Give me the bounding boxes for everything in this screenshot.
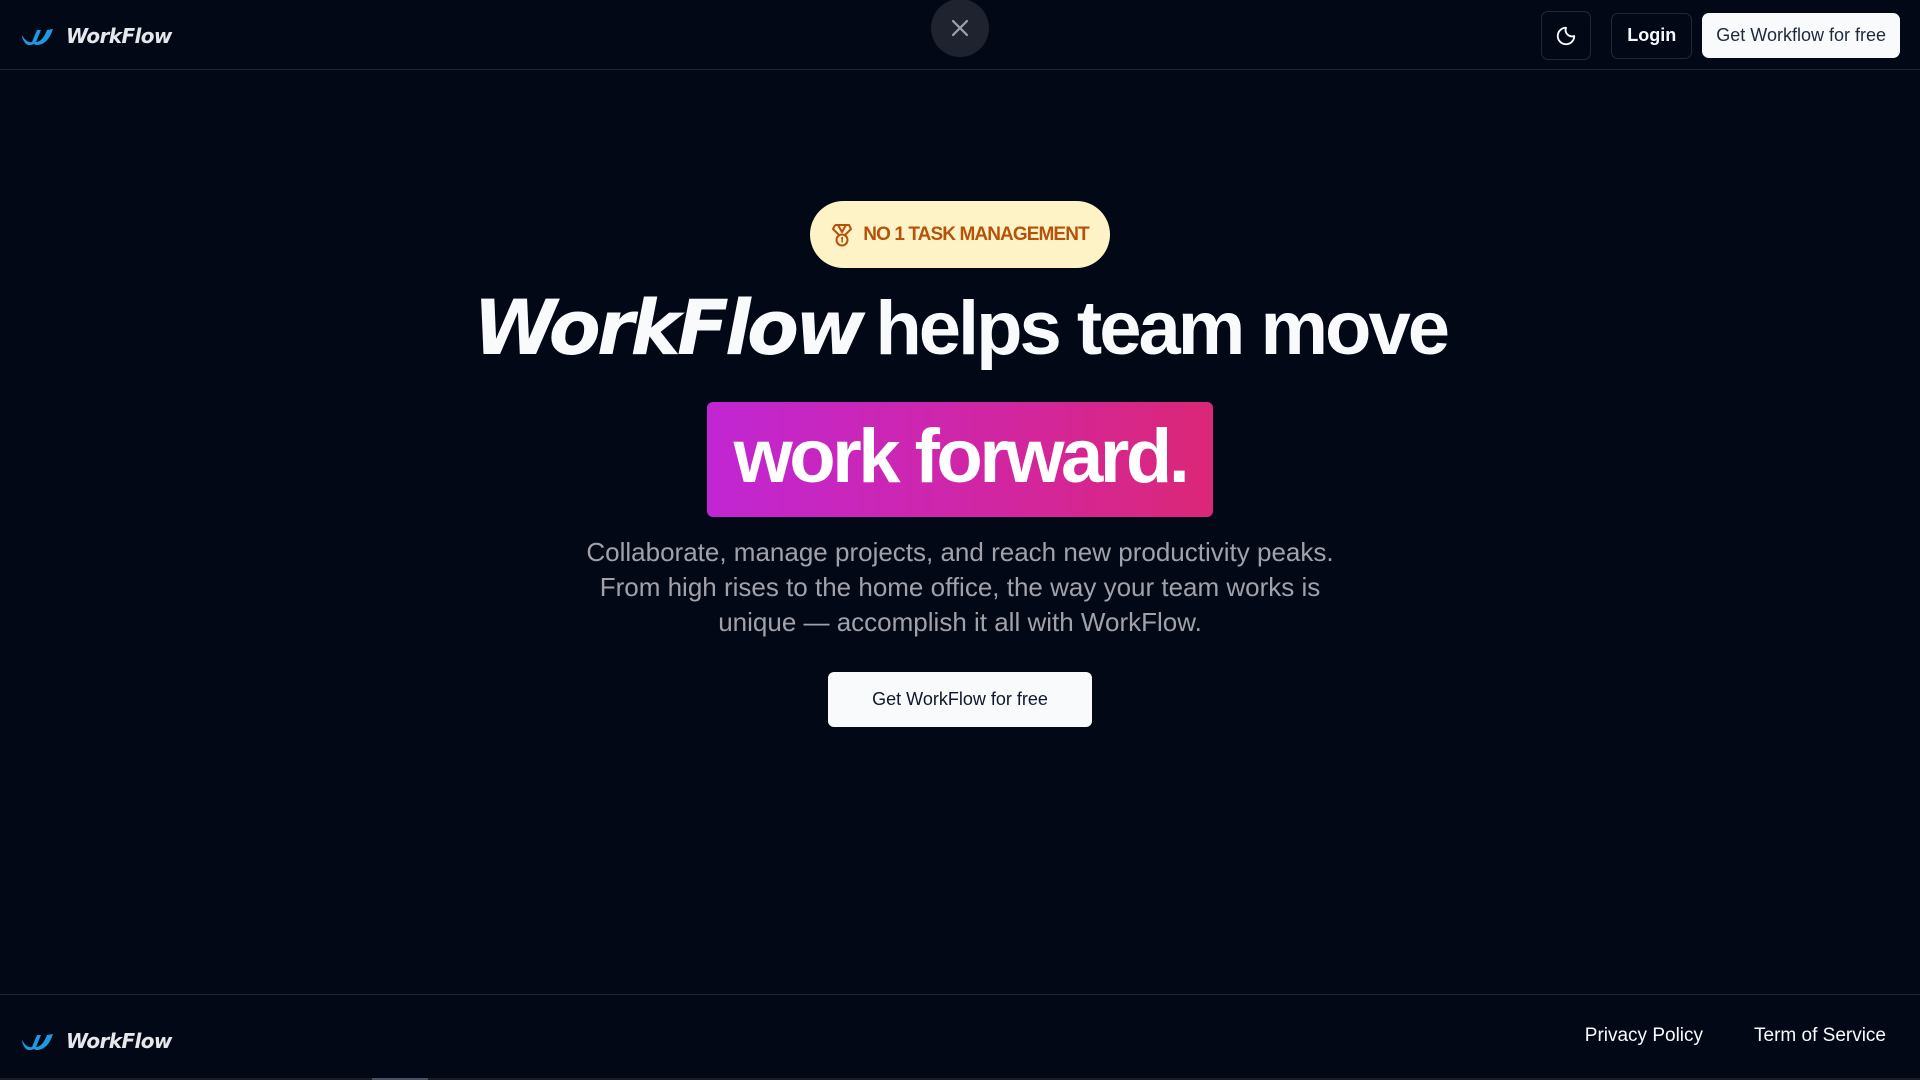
description-line: From high rises to the home office, the … [599, 572, 1321, 602]
highlight-text: work forward. [733, 413, 1190, 499]
headline-rest: helps team move [875, 286, 1450, 371]
headline-brand: WorkFlow [473, 283, 865, 372]
footer-brand-link[interactable]: WorkFlow [20, 1025, 172, 1057]
close-icon [951, 19, 969, 37]
moon-icon [1557, 26, 1576, 45]
login-button[interactable]: Login [1611, 12, 1693, 59]
footer-brand-name: WorkFlow [66, 1029, 172, 1053]
footer-links: Privacy Policy Term of Service [1585, 1025, 1886, 1047]
brand-name: WorkFlow [66, 24, 172, 48]
theme-toggle-button[interactable] [1541, 11, 1592, 60]
terms-of-service-link[interactable]: Term of Service [1754, 1025, 1886, 1047]
workflow-logo-icon [22, 1034, 53, 1050]
badge-text: NO 1 TASK MANAGEMENT [863, 223, 1089, 245]
highlight-box: work forward. [707, 402, 1213, 517]
privacy-policy-link[interactable]: Privacy Policy [1585, 1025, 1703, 1047]
get-workflow-hero-button[interactable]: Get WorkFlow for free [828, 672, 1092, 727]
medal-icon [832, 223, 853, 246]
workflow-logo-icon [22, 29, 53, 45]
description-line: Collaborate, manage projects, and reach … [586, 537, 1334, 567]
top-nav: WorkFlow Login Get Workflow for free [0, 0, 1920, 70]
description-line: unique — accomplish it all with WorkFlow… [718, 607, 1202, 637]
hero-headline: WorkFlow helps team move [0, 283, 1920, 374]
header-actions: Login Get Workflow for free [1541, 11, 1900, 60]
get-workflow-header-button[interactable]: Get Workflow for free [1702, 13, 1900, 58]
ranking-badge: NO 1 TASK MANAGEMENT [810, 201, 1110, 268]
brand-logo-link[interactable]: WorkFlow [20, 20, 172, 52]
footer: WorkFlow Privacy Policy Term of Service [0, 994, 1920, 1080]
close-button[interactable] [931, 0, 989, 57]
hero-description: Collaborate, manage projects, and reach … [460, 535, 1460, 640]
